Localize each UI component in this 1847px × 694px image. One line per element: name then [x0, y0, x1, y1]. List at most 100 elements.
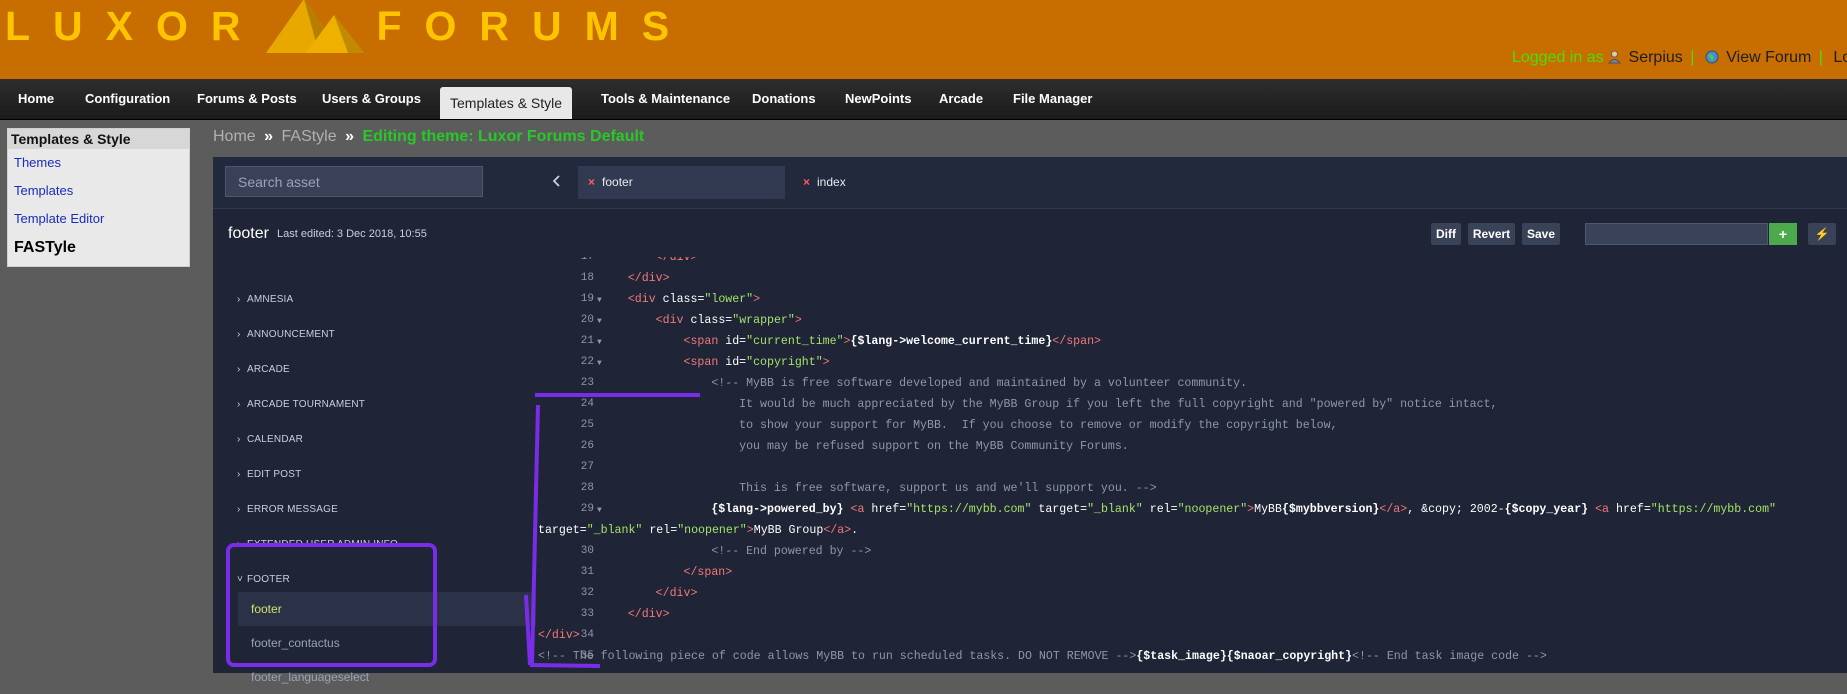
breadcrumb-separator: »: [345, 128, 354, 145]
breadcrumb-home[interactable]: Home: [213, 128, 256, 145]
nav-templates-style[interactable]: Templates & Style: [440, 87, 573, 119]
new-asset-input[interactable]: [1585, 223, 1768, 245]
chevron-left-icon[interactable]: [547, 171, 567, 191]
nav-file-manager[interactable]: File Manager: [1013, 79, 1092, 119]
editor-topbar: Search asset × footer × index: [213, 157, 1847, 209]
tree-group-label: FOOTER: [247, 574, 290, 585]
breadcrumb-separator: »: [264, 128, 274, 145]
line-number: 20: [580, 314, 594, 326]
tree-group-announcement[interactable]: › ANNOUNCEMENT: [237, 329, 335, 340]
line-number: 18: [580, 272, 594, 284]
nav-users-groups[interactable]: Users & Groups: [322, 79, 421, 119]
tab-footer[interactable]: × footer: [578, 166, 785, 199]
main-nav: Home Configuration Forums & Posts Users …: [0, 79, 1847, 120]
code-line-30: <!-- End powered by -->: [600, 545, 872, 558]
code-line-23: <!-- MyBB is free software developed and…: [600, 377, 1248, 390]
close-icon[interactable]: ×: [803, 175, 810, 189]
save-button[interactable]: Save: [1522, 223, 1560, 245]
search-asset-input[interactable]: Search asset: [225, 166, 483, 197]
quick-mode-button[interactable]: ⚡: [1808, 223, 1836, 245]
tree-item-footer-contactus[interactable]: footer_contactus: [238, 626, 536, 660]
logout-link[interactable]: Log O: [1833, 49, 1847, 66]
nav-newpoints[interactable]: NewPoints: [845, 79, 911, 119]
tree-group-label: EDIT POST: [247, 469, 302, 480]
sidebar-item-templates[interactable]: Templates: [8, 177, 189, 205]
tree-group-amnesia[interactable]: › AMNESIA: [237, 294, 293, 305]
sidebar-item-themes[interactable]: Themes: [8, 149, 189, 177]
tree-group-calendar[interactable]: › CALENDAR: [237, 434, 303, 445]
nav-configuration[interactable]: Configuration: [85, 79, 170, 119]
code-line-29: {$lang->powered_by} <a href="https://myb…: [711, 503, 1777, 516]
breadcrumb-fastyle[interactable]: FAStyle: [282, 128, 337, 145]
code-line-19: <div class="lower">: [627, 293, 761, 306]
tree-group-error-message[interactable]: › ERROR MESSAGE: [237, 504, 338, 515]
chevron-right-icon: ›: [237, 399, 241, 410]
logo-word-left: LUXOR: [5, 2, 264, 49]
tree-group-footer[interactable]: ˅ FOOTER: [237, 574, 290, 585]
user-icon: [1608, 50, 1621, 69]
code-line-25: to show your support for MyBB. If you ch…: [600, 419, 1338, 432]
tree-group-extended-user-admin-info[interactable]: › EXTENDED USER ADMIN INFO: [237, 539, 398, 550]
tab-index[interactable]: × index: [793, 166, 943, 199]
nav-arcade[interactable]: Arcade: [939, 79, 983, 119]
nav-donations[interactable]: Donations: [752, 79, 816, 119]
diff-button[interactable]: Diff: [1431, 223, 1461, 245]
tree-group-arcade[interactable]: › ARCADE: [237, 364, 290, 375]
line-number: 31: [580, 566, 594, 578]
chevron-right-icon: ›: [237, 329, 241, 340]
pyramid-icon: [265, 0, 364, 53]
line-number: 19: [580, 293, 594, 305]
nav-forums-posts[interactable]: Forums & Posts: [197, 79, 297, 119]
line-number: 24: [580, 398, 594, 410]
chevron-right-icon: ›: [237, 539, 241, 550]
chevron-right-icon: ›: [237, 364, 241, 375]
code-line-34: </div>: [538, 629, 580, 642]
site-header: LUXOR FORUMS Logged in as Serpius | View…: [0, 0, 1847, 79]
user-bar: Logged in as Serpius | View Forum | Log …: [1512, 49, 1847, 69]
globe-icon: [1705, 50, 1719, 69]
username-link[interactable]: Serpius: [1629, 49, 1683, 66]
chevron-right-icon: ›: [237, 434, 241, 445]
line-number: 17: [580, 257, 594, 263]
sidebar-item-fastyle[interactable]: FASTyle: [8, 233, 189, 263]
tree-group-label: AMNESIA: [247, 294, 294, 305]
line-number: 33: [580, 608, 594, 620]
add-button[interactable]: +: [1769, 223, 1797, 245]
separator: |: [1818, 49, 1823, 66]
tree-group-label: ARCADE: [247, 364, 290, 375]
last-edited: Last edited: 3 Dec 2018, 10:55: [277, 228, 427, 240]
tree-group-arcade-tournament[interactable]: › ARCADE TOURNAMENT: [237, 399, 365, 410]
close-icon[interactable]: ×: [588, 175, 595, 189]
line-number: 28: [580, 482, 594, 494]
code-line-28: This is free software, support us and we…: [600, 482, 1157, 495]
line-number: 23: [580, 377, 594, 389]
revert-button[interactable]: Revert: [1468, 223, 1515, 245]
sidebar-title: Templates & Style: [8, 129, 189, 149]
nav-tools-maintenance[interactable]: Tools & Maintenance: [601, 79, 730, 119]
chevron-right-icon: ›: [237, 504, 241, 515]
code-line-31: </span>: [683, 566, 733, 579]
code-line-22: <span id="copyright">: [683, 356, 830, 369]
code-line-17: </div>: [655, 257, 698, 264]
tree-item-footer[interactable]: footer: [238, 592, 536, 626]
line-number: 26: [580, 440, 594, 452]
nav-home[interactable]: Home: [18, 79, 54, 119]
view-forum-link[interactable]: View Forum: [1726, 49, 1811, 66]
code-line-26: you may be refused support on the MyBB C…: [600, 440, 1129, 453]
tree-item-footer-languageselect[interactable]: footer_languageselect: [238, 660, 536, 694]
site-logo[interactable]: LUXOR FORUMS: [5, 0, 693, 53]
breadcrumb: Home » FAStyle » Editing theme: Luxor Fo…: [213, 128, 644, 146]
code-line-35: <!-- The following piece of code allows …: [538, 650, 1547, 663]
code-line-20: <div class="wrapper">: [655, 314, 802, 327]
code-editor[interactable]: 17 18 19 20 21 22 23 24 25 26 27 28 29 3…: [538, 257, 1847, 673]
tree-group-label: ARCADE TOURNAMENT: [247, 399, 366, 410]
code-line-18: </div>: [627, 272, 670, 285]
tree-group-edit-post[interactable]: › EDIT POST: [237, 469, 301, 480]
line-number: 22: [580, 356, 594, 368]
chevron-down-icon: ˅: [237, 574, 244, 585]
tab-label: footer: [602, 175, 633, 189]
chevron-right-icon: ›: [237, 469, 241, 480]
logo-word-right: FORUMS: [376, 2, 693, 49]
sidebar-item-template-editor[interactable]: Template Editor: [8, 205, 189, 233]
sidebar: Templates & Style Themes Templates Templ…: [7, 128, 190, 267]
